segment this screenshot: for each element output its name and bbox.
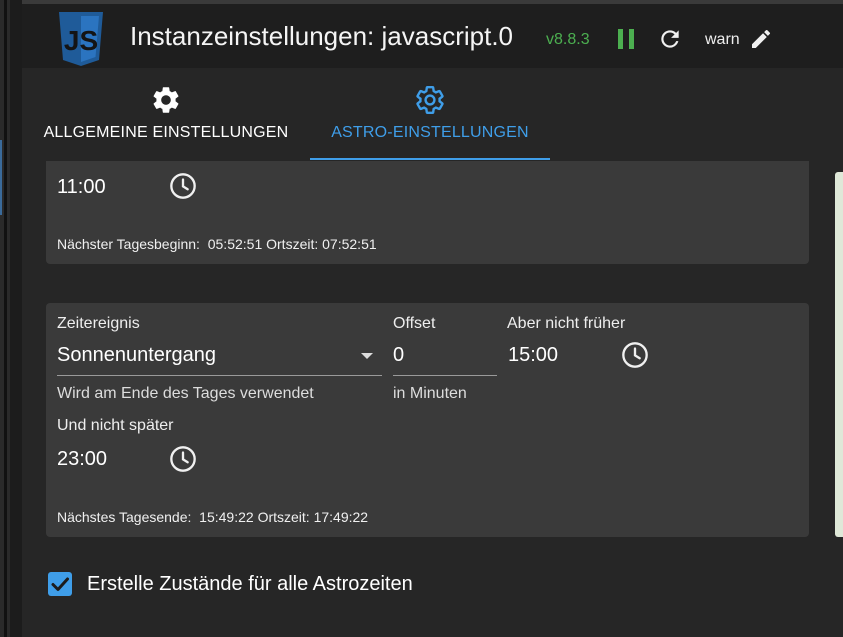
clock-icon[interactable] [169, 445, 197, 473]
active-tab-indicator [310, 158, 550, 160]
create-states-label: Erstelle Zustände für alle Astrozeiten [87, 573, 413, 595]
sidebar-accent [0, 140, 2, 215]
checkmark-icon [51, 577, 69, 591]
local-time-label: Ortszeit: [266, 236, 319, 252]
next-day-start-label: Nächster Tagesbeginn: [57, 236, 200, 252]
tab-astro-label: ASTRO-EINSTELLUNGEN [331, 124, 529, 141]
event-label: Zeitereignis [57, 315, 140, 332]
window-left-edge [0, 0, 10, 637]
not-later-input[interactable]: 23:00 [57, 448, 107, 471]
instance-settings-dialog: JS Instanzeinstellungen: javascript.0 v8… [22, 0, 843, 637]
offset-label: Offset [393, 315, 436, 332]
scrollbar-track[interactable] [4, 0, 7, 637]
log-level[interactable]: warn [705, 31, 740, 49]
offset-helper-text: in Minuten [393, 385, 467, 402]
event-select-underline [57, 375, 382, 376]
not-earlier-label: Aber nicht früher [507, 315, 626, 332]
not-earlier-input[interactable]: 15:00 [508, 344, 558, 367]
page-title: Instanzeinstellungen: javascript.0 [130, 21, 514, 51]
tab-astro-settings[interactable]: ASTRO-EINSTELLUNGEN [310, 68, 550, 161]
version-badge: v8.8.3 [546, 31, 590, 48]
event-helper-text: Wird am Ende des Tages verwendet [57, 385, 314, 402]
clock-icon[interactable] [621, 341, 649, 369]
restart-icon[interactable] [657, 26, 683, 52]
javascript-logo-icon: JS [59, 12, 103, 66]
local-time-label: Ortszeit: [257, 509, 310, 525]
tab-general-settings[interactable]: ALLGEMEINE EINSTELLUNGEN [34, 68, 298, 161]
not-later-label: Und nicht später [57, 417, 174, 434]
background-map-panel [835, 172, 843, 537]
day-end-card: Zeitereignis Sonnenuntergang Wird am End… [46, 303, 809, 537]
edit-pencil-icon[interactable] [749, 27, 773, 51]
day-start-card: 11:00 Nächster Tagesbeginn: 05:52:51 Ort… [46, 161, 809, 264]
logo-text: JS [64, 25, 98, 56]
settings-tabs: ALLGEMEINE EINSTELLUNGEN ASTRO-EINSTELLU… [22, 68, 843, 161]
offset-input-underline [393, 375, 497, 376]
dialog-header: JS Instanzeinstellungen: javascript.0 v8… [22, 0, 843, 68]
create-states-checkbox[interactable] [48, 572, 72, 596]
tab-general-label: ALLGEMEINE EINSTELLUNGEN [43, 124, 289, 141]
clock-icon[interactable] [169, 172, 197, 200]
next-day-end-label: Nächstes Tagesende: [57, 509, 192, 525]
local-time-value: 17:49:22 [313, 509, 369, 525]
local-time-value: 07:52:51 [322, 236, 377, 252]
event-select[interactable]: Sonnenuntergang [57, 344, 216, 367]
next-day-end-value: 15:49:22 [199, 509, 254, 525]
next-day-end-info: Nächstes Tagesende: 15:49:22 Ortszeit: 1… [57, 509, 368, 525]
day-start-not-later-input[interactable]: 11:00 [57, 176, 106, 199]
chevron-down-icon[interactable] [361, 353, 373, 359]
next-day-start-info: Nächster Tagesbeginn: 05:52:51 Ortszeit:… [57, 236, 377, 252]
offset-input[interactable]: 0 [393, 344, 404, 367]
gear-icon [153, 87, 179, 113]
pause-icon[interactable] [613, 26, 639, 52]
gear-outline-icon [416, 86, 444, 114]
next-day-start-value: 05:52:51 [207, 236, 263, 252]
